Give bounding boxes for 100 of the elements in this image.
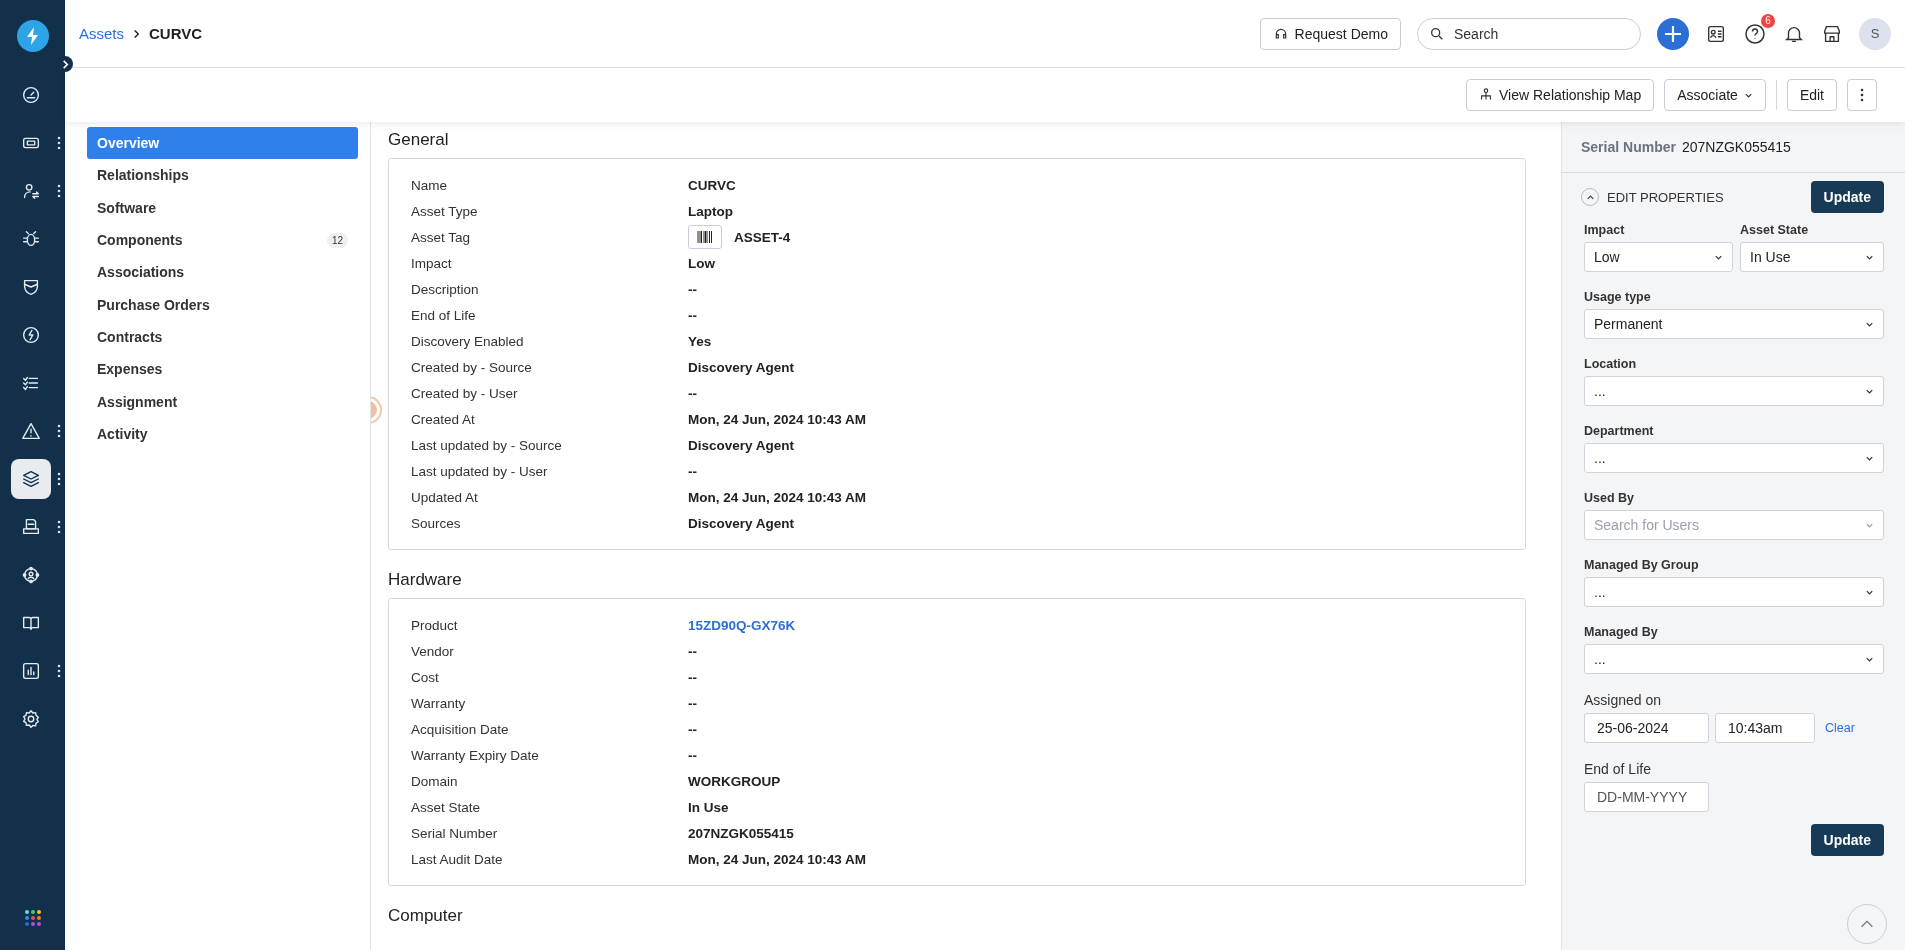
field-label: Cost bbox=[411, 669, 440, 685]
field-label: Asset Tag bbox=[411, 229, 472, 245]
serial-number-value: 207NZGK055415 bbox=[1681, 139, 1791, 155]
more-icon[interactable] bbox=[56, 664, 61, 678]
view-relationship-map-button[interactable]: View Relationship Map bbox=[1466, 79, 1655, 111]
dropdown-field[interactable]: Low bbox=[1584, 242, 1733, 272]
field-value: -- bbox=[688, 747, 697, 763]
field-value: Low bbox=[688, 255, 715, 271]
page-title: CURVC bbox=[149, 25, 203, 42]
section-tab[interactable]: Software bbox=[87, 191, 358, 224]
edit-button[interactable]: Edit bbox=[1786, 79, 1837, 111]
field-label: Created At bbox=[411, 411, 476, 427]
field-value: -- bbox=[688, 281, 697, 297]
dropdown-field[interactable]: In Use bbox=[1740, 242, 1884, 272]
more-icon[interactable] bbox=[56, 520, 61, 534]
field-value: Mon, 24 Jun, 2024 10:43 AM bbox=[688, 411, 867, 427]
field-label: Asset Type bbox=[411, 203, 479, 219]
update-button[interactable]: Update bbox=[1810, 824, 1884, 856]
field-label: End of Life bbox=[411, 307, 477, 323]
field-label: Description bbox=[411, 281, 480, 297]
field-label: Used By bbox=[1584, 491, 1636, 505]
dropdown-field[interactable]: ... bbox=[1584, 376, 1884, 406]
update-button[interactable]: Update bbox=[1810, 181, 1884, 213]
field-value: -- bbox=[688, 463, 697, 479]
field-label: Sources bbox=[411, 515, 462, 531]
dropdown-field[interactable]: ... bbox=[1584, 577, 1884, 607]
field-label: Managed By Group bbox=[1584, 558, 1700, 572]
field-label: End of Life bbox=[1584, 761, 1652, 777]
field-label: Domain bbox=[411, 773, 459, 789]
section-tab[interactable]: Overview bbox=[87, 127, 358, 160]
field-label: Discovery Enabled bbox=[411, 333, 525, 349]
field-label: Vendor bbox=[411, 643, 455, 659]
barcode-icon bbox=[697, 231, 713, 243]
clear-link[interactable]: Clear bbox=[1825, 721, 1855, 735]
field-label: Warranty bbox=[411, 695, 467, 711]
field-label: Asset State bbox=[1740, 223, 1810, 237]
barcode-button[interactable] bbox=[688, 225, 722, 249]
section-tab[interactable]: Relationships bbox=[87, 159, 358, 192]
chevron-right-icon bbox=[132, 28, 141, 39]
field-value: -- bbox=[688, 669, 697, 685]
field-label: Acquisition Date bbox=[411, 721, 510, 737]
field-value: ASSET-4 bbox=[734, 229, 791, 245]
field-label: Updated At bbox=[411, 489, 479, 505]
field-value: -- bbox=[688, 385, 697, 401]
field-value: -- bbox=[688, 721, 697, 737]
date-field[interactable]: 25-06-2024 bbox=[1584, 713, 1709, 743]
serial-number-label: Serial Number bbox=[1581, 139, 1676, 155]
dropdown-field[interactable]: Permanent bbox=[1584, 309, 1884, 339]
product-link[interactable]: 15ZD90Q-GX76K bbox=[688, 617, 796, 633]
more-icon bbox=[1860, 88, 1864, 102]
field-label: Usage type bbox=[1584, 290, 1652, 304]
section-tab[interactable]: Assignment bbox=[87, 385, 358, 418]
add-button[interactable] bbox=[1657, 17, 1689, 50]
field-value: CURVC bbox=[688, 177, 736, 193]
more-icon[interactable] bbox=[56, 424, 61, 438]
user-avatar[interactable]: S bbox=[1859, 17, 1891, 50]
date-field[interactable]: DD-MM-YYYY bbox=[1584, 782, 1709, 812]
time-field[interactable]: 10:43am bbox=[1715, 713, 1815, 743]
search-field[interactable]: Search bbox=[1417, 17, 1641, 50]
panel-title: EDIT PROPERTIES bbox=[1607, 189, 1725, 205]
section-tab[interactable]: Components 12 bbox=[87, 223, 358, 257]
field-label: Serial Number bbox=[411, 825, 499, 841]
section-tab[interactable]: Expenses bbox=[87, 353, 358, 386]
chevron-right-icon bbox=[60, 59, 70, 69]
bolt-logo[interactable] bbox=[16, 20, 49, 52]
chevron-up-icon bbox=[1585, 192, 1595, 202]
rail-nav-item[interactable] bbox=[10, 459, 51, 499]
field-label: Warranty Expiry Date bbox=[411, 747, 540, 763]
more-icon[interactable] bbox=[56, 472, 61, 486]
section-tab[interactable]: Associations bbox=[87, 256, 358, 289]
field-label: Impact bbox=[1584, 223, 1626, 237]
section-tab[interactable]: Purchase Orders bbox=[87, 288, 358, 321]
more-icon[interactable] bbox=[56, 184, 61, 198]
breadcrumb-link[interactable]: Assets bbox=[79, 25, 124, 42]
field-label: Last updated by - User bbox=[411, 463, 549, 479]
section-title: General bbox=[388, 129, 450, 151]
warning-icon bbox=[19, 420, 42, 442]
section-title: Computer bbox=[388, 905, 464, 927]
request-demo-button[interactable]: Request Demo bbox=[1259, 17, 1401, 50]
dropdown-field[interactable]: ... bbox=[1584, 644, 1884, 674]
apps-grid-icon[interactable] bbox=[22, 908, 43, 928]
field-label: Product bbox=[411, 617, 459, 633]
field-value: Discovery Agent bbox=[688, 437, 795, 453]
field-label: Department bbox=[1584, 424, 1655, 438]
count-badge: 12 bbox=[326, 232, 348, 248]
field-value: -- bbox=[688, 307, 697, 323]
section-tab[interactable]: Contracts bbox=[87, 320, 358, 354]
associate-dropdown[interactable]: Associate bbox=[1664, 79, 1766, 111]
field-value: In Use bbox=[688, 799, 729, 815]
more-icon[interactable] bbox=[56, 136, 61, 150]
section-tab[interactable]: Activity bbox=[87, 417, 358, 450]
field-value: Yes bbox=[688, 333, 712, 349]
help-icon[interactable] bbox=[1743, 21, 1767, 46]
field-label: Last Audit Date bbox=[411, 851, 504, 867]
field-label: Name bbox=[411, 177, 448, 193]
notification-count: 6 bbox=[1761, 13, 1775, 28]
field-value: WORKGROUP bbox=[688, 773, 781, 789]
field-value: Laptop bbox=[688, 203, 733, 219]
dropdown-field[interactable]: ... bbox=[1584, 443, 1884, 473]
field-label: Location bbox=[1584, 357, 1638, 371]
